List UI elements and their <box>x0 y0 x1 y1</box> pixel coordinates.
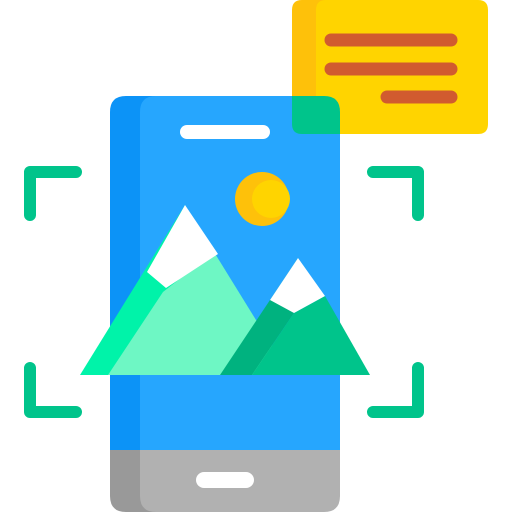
phone-home-button <box>196 472 254 488</box>
text-note-icon <box>292 0 488 134</box>
scan-corner-bottom-left <box>24 362 82 418</box>
sun <box>252 180 290 218</box>
icon-canvas <box>0 0 512 512</box>
mobile-image-recognition-icon <box>24 0 488 512</box>
note-phone-overlap <box>292 96 340 134</box>
scan-corner-top-left <box>24 166 82 221</box>
phone-speaker <box>180 125 270 139</box>
scan-corner-top-right <box>367 166 424 221</box>
scan-corner-bottom-right <box>367 362 424 418</box>
